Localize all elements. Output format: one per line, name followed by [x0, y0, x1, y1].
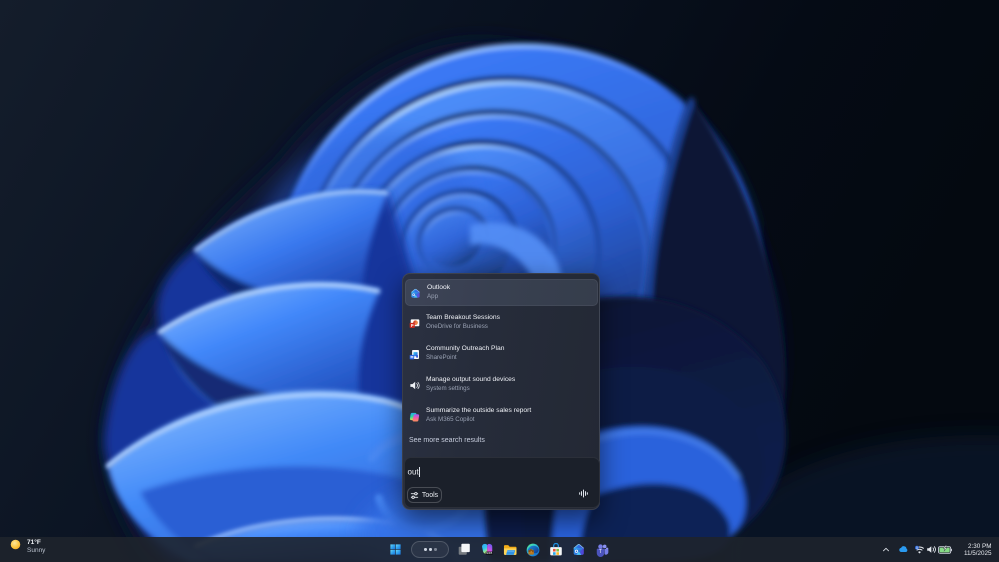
svg-text:M365: M365 — [486, 552, 493, 555]
svg-text:0: 0 — [916, 546, 918, 550]
svg-text:P: P — [410, 322, 413, 327]
svg-text:T: T — [598, 548, 601, 554]
